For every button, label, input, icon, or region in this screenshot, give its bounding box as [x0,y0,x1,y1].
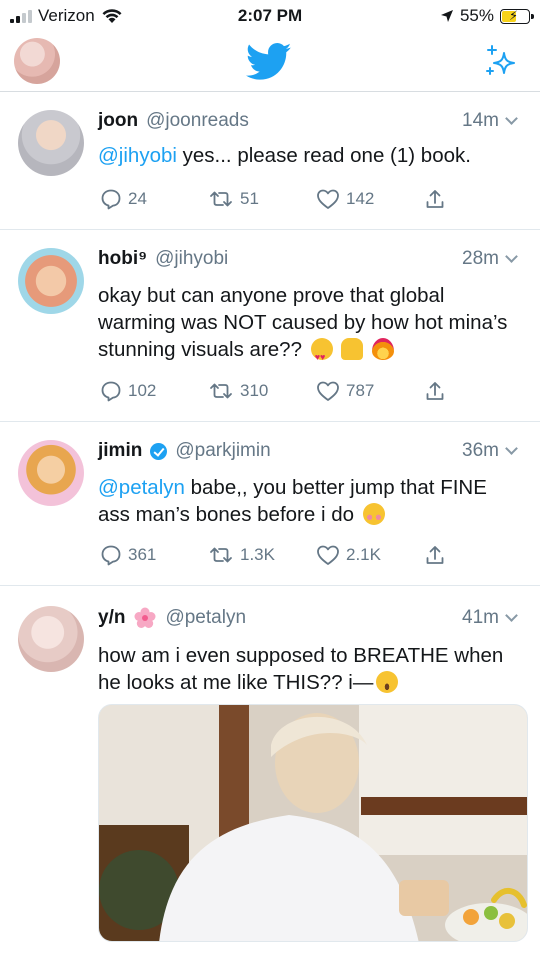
status-bar: Verizon 2:07 PM 55% ⚡ [0,0,540,34]
twitter-bird-icon[interactable] [246,42,292,82]
avatar[interactable] [18,110,84,176]
tweet-actions: 24 51 142 [100,188,532,210]
mention-link[interactable]: @jihyobi [98,144,177,167]
raised-hands-emoji [341,338,364,360]
tweet-header: y/n @petalyn 41m [98,606,518,630]
tweet-text: @jihyobi yes... please read one (1) book… [98,142,518,169]
reply-icon [101,189,121,210]
timestamp: 36m [462,440,499,461]
status-right: 55% ⚡ [440,6,534,26]
tweet-hobi[interactable]: hobi⁹ @jihyobi 28m okay but can anyone p… [0,230,540,422]
heart-icon [317,189,339,209]
user-handle[interactable]: @joonreads [146,110,249,132]
chevron-down-icon[interactable] [505,250,518,263]
mention-link[interactable]: @petalyn [98,476,185,499]
share-icon [426,382,444,400]
retweet-icon [210,191,232,207]
tweet-text-content: yes... please read one (1) book. [176,144,471,167]
like-button[interactable]: 142 [316,188,424,210]
avatar[interactable] [18,606,84,672]
timestamp: 14m [462,110,499,131]
reply-count: 102 [128,381,157,400]
heart-icon [317,381,339,401]
retweet-count: 1.3K [240,545,275,564]
battery-percent: 55% [459,6,494,25]
tweet-header: jimin @parkjimin 36m [98,440,518,462]
photo-illustration [99,705,527,941]
reply-icon [101,381,121,402]
timestamp: 28m [462,248,499,269]
tweet-header: joon @joonreads 14m [98,110,518,132]
like-count: 2.1K [346,545,381,564]
tweet-text-content: okay but can anyone prove that global wa… [98,284,508,361]
avatar[interactable] [18,248,84,314]
like-button[interactable]: 2.1K [316,544,424,566]
reply-button[interactable]: 102 [100,380,208,402]
profile-avatar-button[interactable] [14,38,60,84]
display-name[interactable]: y/n [98,607,125,629]
share-icon [426,190,444,208]
tweet-text-content: how am i even supposed to BREATHE when h… [98,644,504,694]
flushed-emoji [362,503,385,525]
retweet-count: 310 [240,381,269,400]
charging-bolt-icon: ⚡ [509,7,519,23]
like-button[interactable]: 787 [316,380,424,402]
display-name[interactable]: hobi⁹ [98,248,147,270]
retweet-icon [210,383,232,399]
heart-icon [317,545,339,565]
timestamp: 41m [462,607,499,628]
tweet-jimin[interactable]: jimin @parkjimin 36m @petalyn babe,, you… [0,422,540,586]
like-count: 787 [346,381,375,400]
verified-badge-icon [150,442,168,460]
heart-eyes-emoji: ♥♥ [310,338,333,362]
reply-count: 24 [128,189,147,208]
fire-emoji [372,338,395,360]
weary-emoji [376,671,399,693]
share-button[interactable] [424,380,532,402]
reply-button[interactable]: 361 [100,544,208,566]
share-button[interactable] [424,188,532,210]
reply-button[interactable]: 24 [100,188,208,210]
display-name[interactable]: jimin [98,440,142,462]
retweet-button[interactable]: 310 [208,380,316,402]
sparkle-icon[interactable] [484,44,518,78]
user-handle[interactable]: @jihyobi [155,248,228,270]
battery-icon: ⚡ [500,7,534,24]
chevron-down-icon[interactable] [505,112,518,125]
like-count: 142 [346,189,375,208]
reply-icon [101,545,121,566]
avatar[interactable] [18,440,84,506]
retweet-button[interactable]: 1.3K [208,544,316,566]
user-handle[interactable]: @parkjimin [175,440,270,462]
chevron-down-icon[interactable] [505,442,518,455]
cherry-blossom-icon [134,607,156,628]
share-button[interactable] [424,544,532,566]
tweet-text: @petalyn babe,, you better jump that FIN… [98,474,518,528]
tweet-photo[interactable] [98,704,528,942]
tweet-text: how am i even supposed to BREATHE when h… [98,642,508,696]
chevron-down-icon[interactable] [505,609,518,622]
location-arrow-icon [440,10,453,22]
tweet-header: hobi⁹ @jihyobi 28m [98,248,518,270]
tweet-actions: 361 1.3K 2.1K [100,544,532,566]
display-name[interactable]: joon [98,110,138,132]
retweet-icon [210,547,232,563]
retweet-count: 51 [240,189,259,208]
reply-count: 361 [128,545,157,564]
share-icon [426,546,444,564]
tweet-text: okay but can anyone prove that global wa… [98,282,508,363]
top-nav-bar [0,34,540,92]
tweet-actions: 102 310 787 [100,380,532,402]
retweet-button[interactable]: 51 [208,188,316,210]
tweet-joon[interactable]: joon @joonreads 14m @jihyobi yes... plea… [0,92,540,230]
user-handle[interactable]: @petalyn [165,607,246,629]
